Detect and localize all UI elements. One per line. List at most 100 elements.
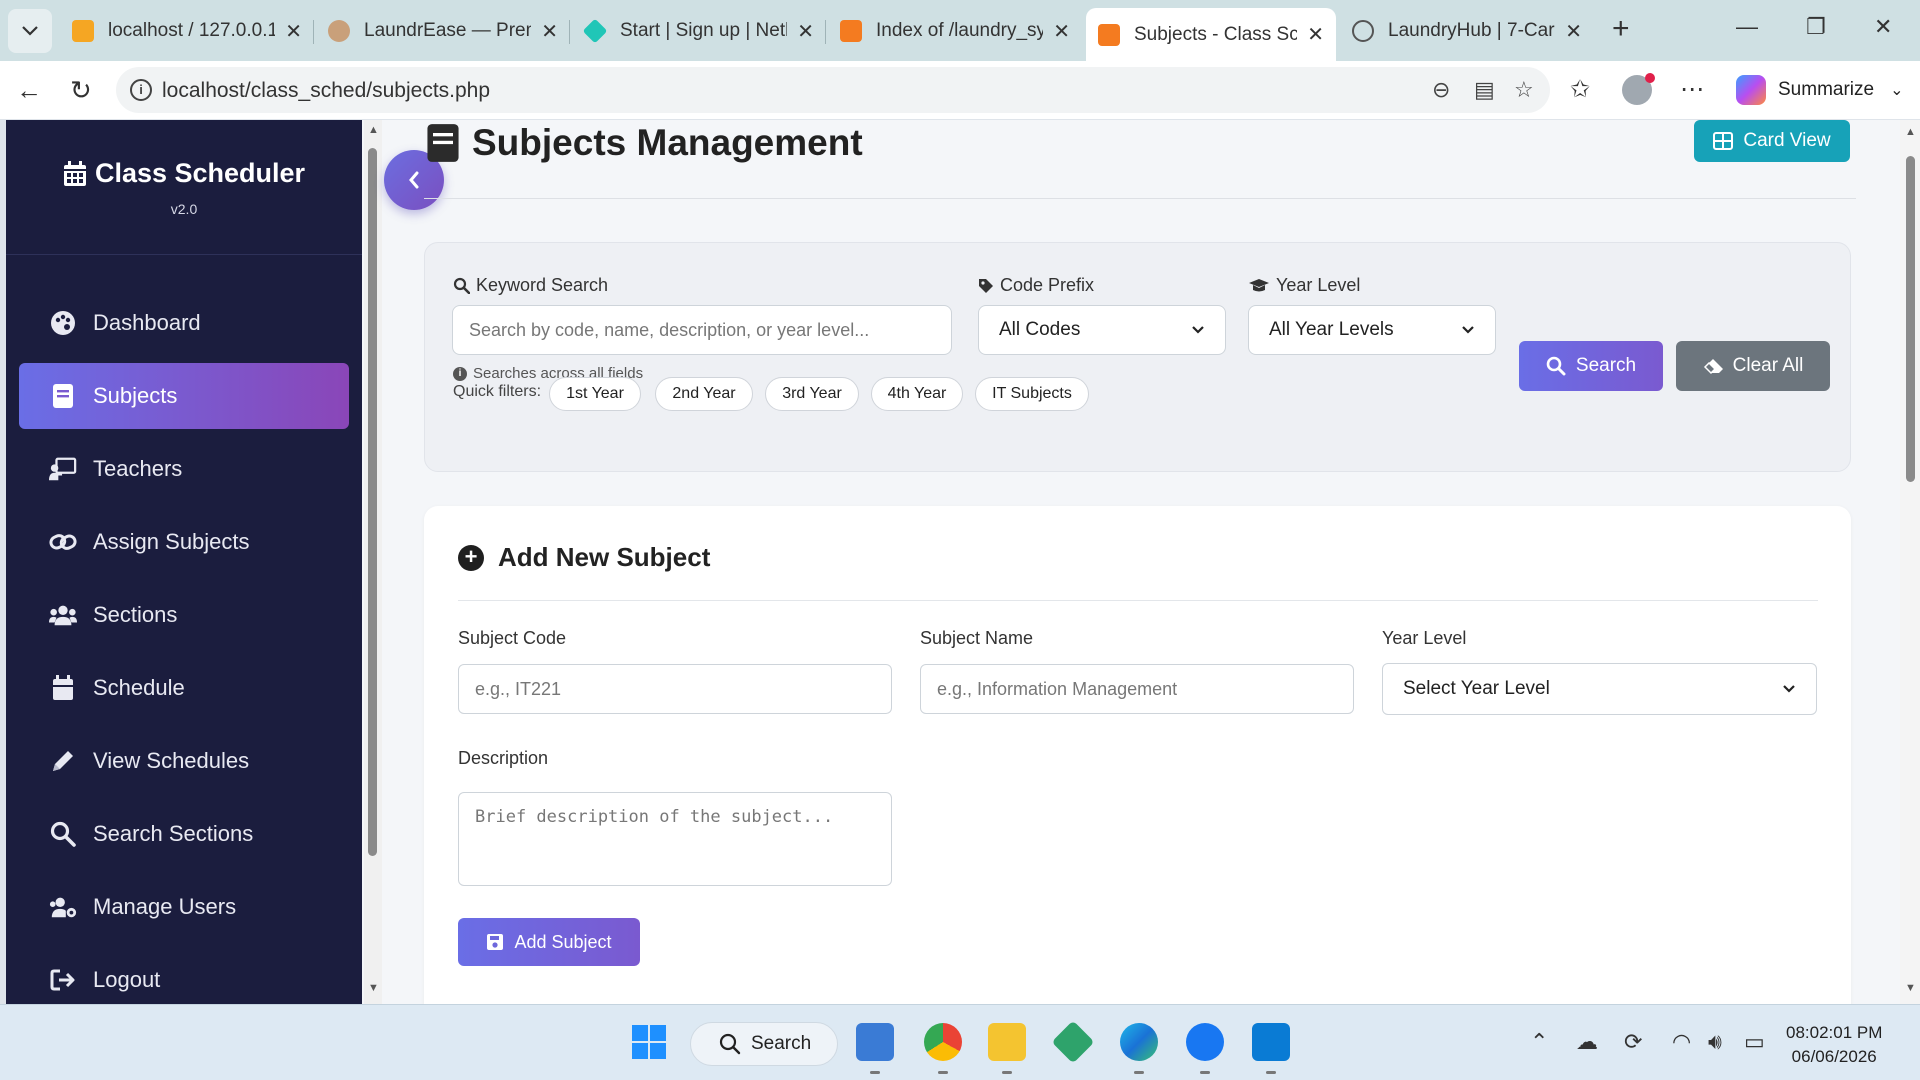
vscode-icon[interactable] bbox=[1252, 1023, 1290, 1061]
calendar-icon bbox=[63, 160, 86, 186]
reader-mode-icon[interactable]: ▤ bbox=[1474, 77, 1495, 103]
sidebar-scrollbar[interactable]: ▲ ▼ bbox=[364, 120, 382, 1004]
battery-icon[interactable]: ▭ bbox=[1744, 1029, 1765, 1055]
quick-filter-1st-year[interactable]: 1st Year bbox=[549, 377, 641, 411]
browser-tab-netlify[interactable]: Start | Sign up | Netlif ✕ bbox=[572, 8, 826, 54]
browser-tab-laundryhub[interactable]: LaundryHub | 7-Card ✕ bbox=[1340, 8, 1594, 54]
eraser-icon bbox=[1703, 359, 1723, 375]
palette-icon bbox=[49, 309, 77, 337]
edge-icon[interactable] bbox=[1120, 1023, 1158, 1061]
pencil-icon bbox=[49, 747, 77, 775]
chevron-down-icon: ⌄ bbox=[1890, 82, 1904, 99]
notepad-icon[interactable] bbox=[856, 1023, 894, 1061]
card-view-button[interactable]: Card View bbox=[1694, 120, 1850, 162]
save-icon bbox=[487, 934, 504, 950]
book-icon bbox=[427, 124, 459, 162]
subject-name-input[interactable] bbox=[920, 664, 1354, 714]
sidebar-item-subjects[interactable]: Subjects bbox=[19, 363, 349, 429]
subject-code-input[interactable] bbox=[458, 664, 892, 714]
scroll-up-icon[interactable]: ▲ bbox=[1905, 126, 1916, 138]
sidebar-divider bbox=[6, 254, 362, 255]
sidebar-item-sections[interactable]: Sections bbox=[19, 582, 349, 648]
favorites-icon[interactable]: ✩ bbox=[1570, 75, 1590, 104]
browser-tab-index[interactable]: Index of /laundry_sys ✕ bbox=[828, 8, 1082, 54]
code-prefix-select[interactable]: All Codes bbox=[978, 305, 1226, 355]
system-clock[interactable]: 08:02:01 PM 06/06/2026 bbox=[1786, 1021, 1882, 1069]
close-icon[interactable]: ✕ bbox=[797, 19, 814, 44]
window-close-icon[interactable]: ✕ bbox=[1874, 14, 1892, 40]
app-cube-icon[interactable] bbox=[1051, 1020, 1095, 1064]
minimize-icon[interactable]: — bbox=[1736, 14, 1758, 40]
sidebar-item-logout[interactable]: Logout bbox=[19, 947, 349, 1004]
tag-icon bbox=[978, 278, 994, 294]
description-textarea[interactable] bbox=[458, 792, 892, 886]
year-level-field-select[interactable]: Select Year Level bbox=[1382, 663, 1817, 715]
description-label: Description bbox=[458, 748, 549, 768]
sidebar-item-manage-users[interactable]: Manage Users bbox=[19, 874, 349, 940]
quick-filter-2nd-year[interactable]: 2nd Year bbox=[655, 377, 753, 411]
search-icon bbox=[453, 277, 470, 294]
restore-icon[interactable]: ❐ bbox=[1806, 14, 1826, 40]
users-icon bbox=[49, 601, 77, 629]
year-level-select[interactable]: All Year Levels bbox=[1248, 305, 1496, 355]
search-panel: Keyword Search i Searches across all fie… bbox=[424, 242, 1851, 472]
new-tab-icon[interactable]: + bbox=[1612, 12, 1630, 46]
back-arrow-icon[interactable]: ← bbox=[16, 75, 42, 106]
taskbar-search-button[interactable]: Search bbox=[690, 1022, 838, 1066]
main-scrollbar[interactable]: ▲ ▼ bbox=[1900, 120, 1920, 1004]
browser-tab-laundrease[interactable]: LaundrEase — Premiu ✕ bbox=[316, 8, 570, 54]
chevron-left-icon bbox=[409, 171, 419, 189]
sidebar-item-teachers[interactable]: Teachers bbox=[19, 436, 349, 502]
quick-filter-4th-year[interactable]: 4th Year bbox=[871, 377, 963, 411]
reload-icon[interactable]: ↻ bbox=[70, 75, 92, 106]
close-icon[interactable]: ✕ bbox=[285, 19, 302, 44]
laundry-favicon-icon bbox=[328, 20, 350, 42]
wifi-icon[interactable]: ◠ bbox=[1672, 1029, 1691, 1055]
cloud-sync-icon[interactable]: ☁ bbox=[1576, 1029, 1598, 1055]
sidebar-item-dashboard[interactable]: Dashboard bbox=[19, 290, 349, 356]
favorite-star-icon[interactable]: ☆ bbox=[1514, 77, 1534, 103]
browser-tab-phpmyadmin[interactable]: localhost / 127.0.0.1 / ✕ bbox=[60, 8, 314, 54]
close-icon[interactable]: ✕ bbox=[541, 19, 558, 44]
sync-icon[interactable]: ⟳ bbox=[1624, 1029, 1642, 1055]
keyword-search-input[interactable] bbox=[452, 305, 952, 355]
search-button[interactable]: Search bbox=[1519, 341, 1663, 391]
chrome-icon[interactable] bbox=[924, 1023, 962, 1061]
main-scroll-thumb[interactable] bbox=[1906, 156, 1915, 482]
keyword-search-label: Keyword Search bbox=[453, 275, 608, 296]
sidebar-scroll-thumb[interactable] bbox=[368, 148, 377, 856]
tab-actions-button[interactable] bbox=[8, 9, 52, 53]
scroll-down-icon[interactable]: ▼ bbox=[368, 982, 379, 994]
globe-icon bbox=[1352, 20, 1374, 42]
close-icon[interactable]: ✕ bbox=[1053, 19, 1070, 44]
add-subject-button[interactable]: Add Subject bbox=[458, 918, 640, 966]
more-options-icon[interactable]: ⋯ bbox=[1680, 75, 1704, 104]
book-icon bbox=[49, 382, 77, 410]
quick-filter-it-subjects[interactable]: IT Subjects bbox=[975, 377, 1089, 411]
close-icon[interactable]: ✕ bbox=[1307, 22, 1324, 47]
scroll-up-icon[interactable]: ▲ bbox=[368, 124, 379, 136]
close-icon[interactable]: ✕ bbox=[1565, 19, 1582, 44]
browser-address-bar: ← ↻ i localhost/class_sched/subjects.php… bbox=[0, 61, 1920, 119]
browser-tab-subjects[interactable]: Subjects - Class Schec ✕ bbox=[1086, 8, 1336, 61]
quick-filter-3rd-year[interactable]: 3rd Year bbox=[765, 377, 859, 411]
file-explorer-icon[interactable] bbox=[988, 1023, 1026, 1061]
sidebar-item-search-sections[interactable]: Search Sections bbox=[19, 801, 349, 867]
volume-icon[interactable]: 🔊︎ bbox=[1708, 1029, 1722, 1055]
site-info-icon[interactable]: i bbox=[130, 79, 152, 101]
sidebar-item-view-schedules[interactable]: View Schedules bbox=[19, 728, 349, 794]
url-field[interactable]: i localhost/class_sched/subjects.php ⊖ ▤… bbox=[116, 67, 1550, 113]
scroll-down-icon[interactable]: ▼ bbox=[1905, 982, 1916, 994]
sidebar-item-assign-subjects[interactable]: Assign Subjects bbox=[19, 509, 349, 575]
windows-start-icon[interactable] bbox=[630, 1023, 668, 1061]
summarize-button[interactable]: Summarize ⌄ bbox=[1724, 68, 1915, 112]
zoom-icon[interactable]: ⊖ bbox=[1432, 77, 1450, 103]
search-icon bbox=[719, 1033, 741, 1055]
tray-overflow-icon[interactable]: ⌃ bbox=[1530, 1029, 1548, 1055]
facebook-icon[interactable] bbox=[1186, 1023, 1224, 1061]
clear-all-button[interactable]: Clear All bbox=[1676, 341, 1830, 391]
search-icon bbox=[49, 820, 77, 848]
page-title: Subjects Management bbox=[426, 120, 863, 166]
sidebar-item-schedule[interactable]: Schedule bbox=[19, 655, 349, 721]
sidebar: Class Scheduler v2.0 Dashboard Subjects … bbox=[6, 120, 362, 1004]
